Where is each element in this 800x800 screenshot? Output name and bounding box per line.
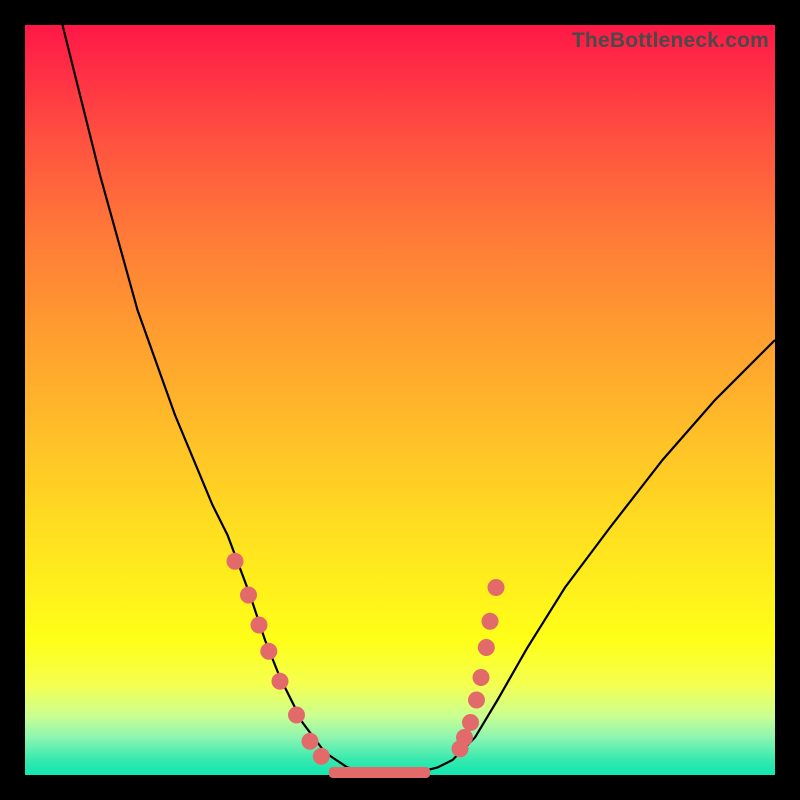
data-marker <box>456 729 473 746</box>
data-marker <box>240 587 257 604</box>
data-marker <box>313 748 330 765</box>
data-marker <box>473 669 490 686</box>
data-marker <box>251 617 268 634</box>
left-marker-cluster <box>227 553 330 765</box>
data-marker <box>302 733 319 750</box>
data-marker <box>288 707 305 724</box>
chart-frame: TheBottleneck.com <box>0 0 800 800</box>
data-marker <box>272 673 289 690</box>
data-marker <box>227 553 244 570</box>
data-marker <box>468 692 485 709</box>
plot-area: TheBottleneck.com <box>25 25 775 775</box>
watermark-text: TheBottleneck.com <box>572 29 769 53</box>
bottom-flat-bar <box>329 767 430 778</box>
data-marker <box>462 714 479 731</box>
data-marker <box>482 613 499 630</box>
bottleneck-curve <box>63 25 776 772</box>
data-marker <box>478 639 495 656</box>
chart-svg <box>25 25 775 775</box>
data-marker <box>260 643 277 660</box>
data-marker <box>488 579 505 596</box>
